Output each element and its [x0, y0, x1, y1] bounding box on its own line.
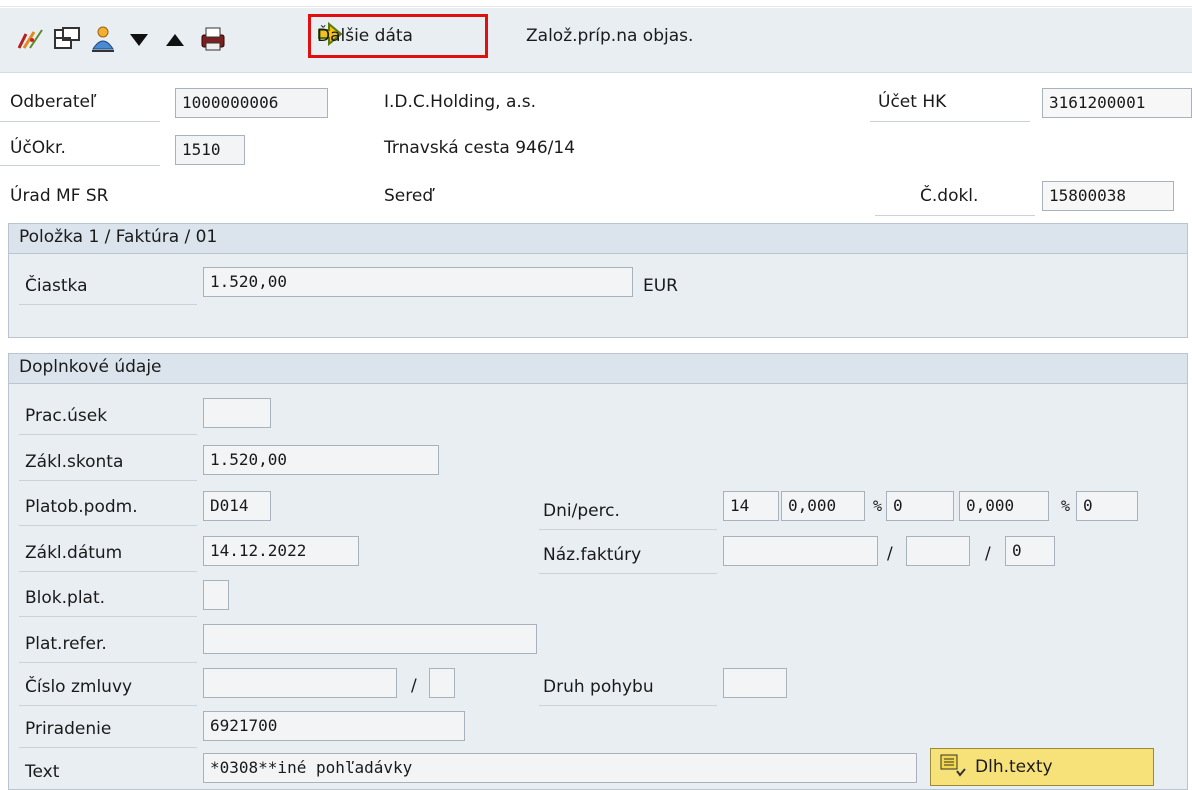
- contract-field[interactable]: [203, 668, 397, 698]
- triangle-up-icon[interactable]: [158, 22, 192, 56]
- business-area-label: Prac.úsek: [25, 406, 108, 426]
- invoice-ref-field-3[interactable]: 0: [1005, 536, 1055, 566]
- baseline-date-label: Zákl.dátum: [25, 543, 123, 563]
- print-icon[interactable]: [196, 22, 230, 56]
- city-text: Sereď: [384, 186, 434, 206]
- discount-base-label: Zákl.skonta: [25, 452, 124, 472]
- invoice-ref-field-2[interactable]: [906, 536, 970, 566]
- days3-field[interactable]: 0: [1076, 491, 1138, 521]
- layout-icon[interactable]: [50, 22, 84, 56]
- perc1-field[interactable]: 0,000: [781, 491, 865, 521]
- text-field[interactable]: *0308**iné pohľadávky: [203, 753, 917, 783]
- additional-data-group: Doplnkové údaje Prac.úsek Zákl.skonta 1.…: [8, 353, 1188, 790]
- next-data-button[interactable]: Ďalšie dáta: [308, 14, 488, 58]
- percent-sign-1: %: [873, 497, 883, 515]
- amount-label: Čiastka: [25, 276, 88, 296]
- movement-type-field[interactable]: [723, 668, 787, 698]
- payment-block-field[interactable]: [203, 580, 229, 610]
- item-group-title: Položka 1 / Faktúra / 01: [9, 224, 1187, 254]
- long-texts-button[interactable]: Dlh.texty: [930, 748, 1154, 786]
- days2-field[interactable]: 0: [886, 491, 954, 521]
- days1-field[interactable]: 14: [723, 491, 779, 521]
- doc-no-field[interactable]: 15800038: [1042, 181, 1174, 211]
- invoice-ref-field-1[interactable]: [723, 536, 878, 566]
- payment-terms-field[interactable]: D014: [203, 491, 271, 521]
- assignment-label: Priradenie: [25, 719, 112, 739]
- customer-field[interactable]: 1000000006: [175, 88, 328, 118]
- doc-no-label: Č.dokl.: [920, 186, 979, 206]
- street-text: Trnavská cesta 946/14: [384, 138, 576, 158]
- baseline-date-field[interactable]: 14.12.2022: [203, 536, 359, 566]
- payment-ref-field[interactable]: [203, 624, 537, 654]
- top-strip: [0, 0, 1192, 8]
- application-toolbar: Ďalšie dáta Založ.príp.na objas.: [0, 8, 1192, 73]
- discount-base-field[interactable]: 1.520,00: [203, 445, 439, 475]
- contract-label: Číslo zmluvy: [25, 677, 133, 697]
- person-icon[interactable]: [86, 22, 120, 56]
- gl-account-label: Účet HK: [878, 92, 947, 112]
- invoice-ref-label: Náz.faktúry: [543, 545, 642, 565]
- contract-type-field[interactable]: [429, 668, 455, 698]
- company-code-label: ÚčOkr.: [10, 138, 66, 158]
- perc2-field[interactable]: 0,000: [959, 491, 1049, 521]
- create-case-button[interactable]: Založ.príp.na objas.: [526, 26, 693, 46]
- header-area: Odberateľ 1000000006 I.D.C.Holding, a.s.…: [0, 73, 1192, 223]
- slash-1: /: [887, 544, 893, 564]
- percent-sign-2: %: [1061, 497, 1071, 515]
- customer-label: Odberateľ: [10, 92, 97, 112]
- movement-type-label: Druh pohybu: [543, 677, 654, 697]
- payment-block-label: Blok.plat.: [25, 588, 106, 608]
- customer-name: I.D.C.Holding, a.s.: [384, 92, 537, 112]
- office-text: Úrad MF SR: [10, 186, 109, 206]
- additional-group-title: Doplnkové údaje: [9, 354, 1187, 384]
- company-code-field[interactable]: 1510: [175, 135, 245, 165]
- next-data-label: Ďalšie dáta: [317, 26, 413, 46]
- edit-icon[interactable]: [14, 22, 48, 56]
- long-text-icon: [939, 753, 967, 784]
- amount-field[interactable]: 1.520,00: [203, 267, 633, 297]
- long-texts-label: Dlh.texty: [975, 757, 1053, 777]
- assignment-field[interactable]: 6921700: [203, 711, 465, 741]
- triangle-down-icon[interactable]: [122, 22, 156, 56]
- business-area-field[interactable]: [203, 398, 271, 428]
- item-group: Položka 1 / Faktúra / 01 Čiastka 1.520,0…: [8, 223, 1188, 338]
- payment-terms-label: Platob.podm.: [25, 497, 138, 517]
- gl-account-field[interactable]: 3161200001: [1042, 88, 1192, 118]
- slash-2: /: [985, 544, 991, 564]
- payment-ref-label: Plat.refer.: [25, 634, 107, 654]
- days-perc-label: Dni/perc.: [543, 501, 620, 521]
- slash-3: /: [411, 676, 417, 696]
- currency-text: EUR: [643, 276, 678, 296]
- text-label: Text: [25, 762, 60, 782]
